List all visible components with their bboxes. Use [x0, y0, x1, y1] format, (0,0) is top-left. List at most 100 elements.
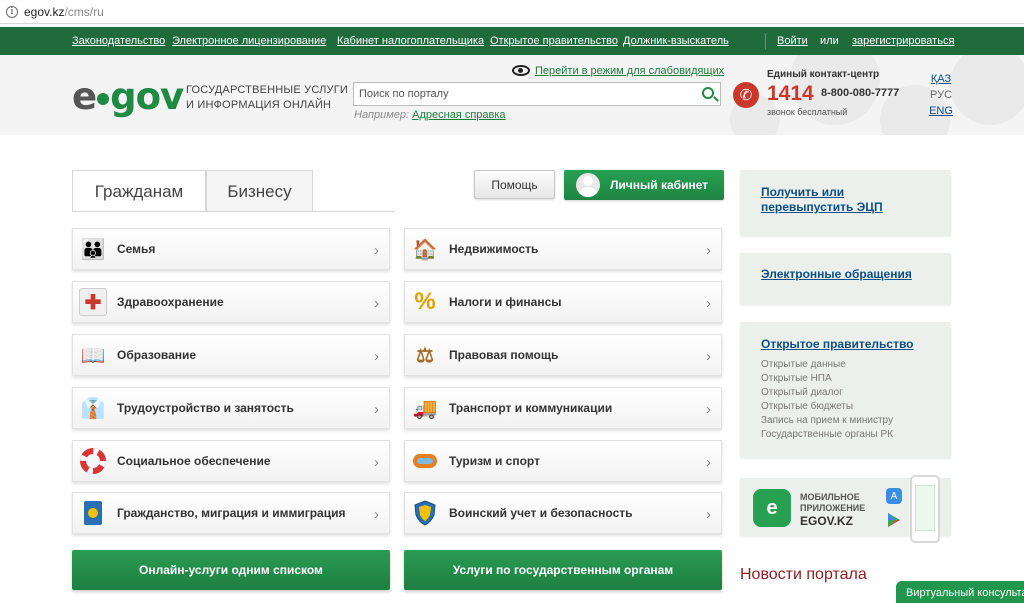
- chevron-right-icon: ›: [706, 401, 711, 418]
- topnav-item-legislation[interactable]: Законодательство: [72, 35, 165, 47]
- contact-phone: 8-800-080-7777: [821, 87, 900, 99]
- contact-center-title: Единый контакт-центр: [767, 69, 880, 80]
- example-link[interactable]: Адресная справка: [412, 109, 505, 121]
- chevron-right-icon: ›: [706, 295, 711, 312]
- shield-icon: [411, 499, 439, 527]
- lifebuoy-icon: [79, 447, 107, 475]
- truck-icon: 🚚: [412, 397, 438, 420]
- category-legal-aid[interactable]: ⚖ Правовая помощь ›: [404, 334, 722, 376]
- chevron-right-icon: ›: [374, 348, 379, 365]
- chevron-right-icon: ›: [706, 454, 711, 471]
- category-taxes-finance[interactable]: % Налоги и финансы ›: [404, 281, 722, 323]
- topnav-item-debtor[interactable]: Должник-взыскатель: [623, 35, 729, 47]
- category-tourism-sport[interactable]: Туризм и спорт ›: [404, 440, 722, 482]
- lang-eng[interactable]: ENG: [929, 105, 953, 117]
- site-tagline: Государственные услуги и информация онла…: [186, 83, 348, 113]
- help-button[interactable]: Помощь: [474, 170, 555, 199]
- mobile-app-name: EGOV.KZ: [800, 514, 853, 528]
- header-decor: [950, 55, 1024, 125]
- register-link[interactable]: зарегистрироваться: [852, 35, 954, 47]
- accessibility-mode-link[interactable]: Перейти в режим для слабовидящих: [535, 65, 724, 77]
- category-label: Здравоохранение: [117, 295, 224, 309]
- ecp-link[interactable]: Получить или перевыпустить ЭЦП: [761, 185, 930, 215]
- category-family[interactable]: 👪 Семья ›: [72, 228, 390, 270]
- logo-gov: gov: [110, 75, 184, 118]
- tab-citizens[interactable]: Гражданам: [72, 170, 206, 212]
- avatar-icon: [576, 173, 600, 197]
- open-npa-link[interactable]: Открытые НПА: [761, 372, 930, 386]
- tagline-line-2: и информация онлайн: [186, 99, 332, 111]
- sidebar-open-government-card: Открытое правительство Открытые данные О…: [740, 322, 951, 458]
- search-input[interactable]: Поиск по порталу: [353, 82, 721, 106]
- category-transport[interactable]: 🚚 Транспорт и коммуникации ›: [404, 387, 722, 429]
- appeals-link[interactable]: Электронные обращения: [761, 267, 930, 282]
- category-real-estate[interactable]: 🏠 Недвижимость ›: [404, 228, 722, 270]
- search-placeholder: Поиск по порталу: [359, 88, 449, 100]
- open-government-link[interactable]: Открытое правительство: [761, 337, 930, 352]
- scales-icon: ⚖: [416, 344, 434, 367]
- category-education[interactable]: 📖 Образование ›: [72, 334, 390, 376]
- house-icon: 🏠: [412, 238, 438, 261]
- login-link[interactable]: Войти: [777, 35, 808, 47]
- lang-kaz[interactable]: ҚАЗ: [929, 73, 953, 85]
- egov-app-icon: e: [753, 489, 791, 527]
- chevron-right-icon: ›: [374, 242, 379, 259]
- virtual-consultant-button[interactable]: Виртуальный консультант: [896, 581, 1024, 603]
- topnav-item-open-government[interactable]: Открытое правительство: [490, 35, 618, 47]
- category-employment[interactable]: 👔 Трудоустройство и занятость ›: [72, 387, 390, 429]
- family-icon: 👪: [80, 238, 106, 261]
- info-icon[interactable]: i: [6, 5, 18, 18]
- contact-center-number: 1414: [767, 82, 814, 105]
- search-example: Например: Адресная справка: [354, 109, 506, 121]
- address-bar[interactable]: i egov.kz/cms/ru: [0, 0, 1024, 24]
- minister-appointment-link[interactable]: Запись на прием к министру: [761, 414, 930, 428]
- category-label: Транспорт и коммуникации: [449, 401, 613, 415]
- category-military[interactable]: Воинский учет и безопасность ›: [404, 492, 722, 534]
- services-by-agency-button[interactable]: Услуги по государственным органам: [404, 550, 722, 590]
- top-navigation: Законодательство Электронное лицензирова…: [0, 27, 1024, 55]
- topnav-item-licensing[interactable]: Электронное лицензирование: [172, 35, 326, 47]
- chevron-right-icon: ›: [374, 506, 379, 523]
- category-label: Недвижимость: [449, 242, 539, 256]
- chevron-right-icon: ›: [706, 348, 711, 365]
- open-budgets-link[interactable]: Открытые бюджеты: [761, 400, 930, 414]
- shirt-tie-icon: 👔: [80, 397, 106, 420]
- category-label: Социальное обеспечение: [117, 454, 271, 468]
- app-title-line-1: МОБИЛЬНОЕ: [800, 492, 860, 502]
- category-label: Образование: [117, 348, 197, 362]
- chevron-right-icon: ›: [374, 454, 379, 471]
- search-icon[interactable]: [702, 87, 714, 99]
- chevron-right-icon: ›: [706, 506, 711, 523]
- category-label: Воинский учет и безопасность: [449, 506, 633, 520]
- tab-business[interactable]: Бизнесу: [206, 170, 313, 212]
- category-citizenship[interactable]: Гражданство, миграция и иммиграция ›: [72, 492, 390, 534]
- egov-logo[interactable]: e gov: [72, 75, 184, 118]
- lang-rus: РУС: [929, 89, 953, 101]
- category-label: Налоги и финансы: [449, 295, 562, 309]
- app-title-line-2: ПРИЛОЖЕНИЕ: [800, 503, 866, 513]
- eye-icon[interactable]: [512, 65, 530, 76]
- tabs-divider: [72, 211, 394, 212]
- contact-free-note: звонок бесплатный: [767, 107, 848, 117]
- example-prefix: Например:: [354, 109, 410, 121]
- open-data-link[interactable]: Открытые данные: [761, 358, 930, 372]
- or-text: или: [820, 35, 839, 47]
- category-social-security[interactable]: Социальное обеспечение ›: [72, 440, 390, 482]
- category-label: Туризм и спорт: [449, 454, 540, 468]
- online-services-list-button[interactable]: Онлайн-услуги одним списком: [72, 550, 390, 590]
- google-play-icon[interactable]: [886, 512, 902, 528]
- sidebar-appeals-card: Электронные обращения: [740, 253, 951, 305]
- percent-icon: %: [414, 288, 436, 315]
- open-dialog-link[interactable]: Открытый диалог: [761, 386, 930, 400]
- logo-e: e: [72, 75, 97, 118]
- book-icon: 📖: [80, 344, 106, 367]
- app-store-icon[interactable]: A: [886, 488, 902, 504]
- category-healthcare[interactable]: ✚ Здравоохранение ›: [72, 281, 390, 323]
- topnav-item-taxpayer-cabinet[interactable]: Кабинет налогоплательщика: [337, 35, 484, 47]
- chevron-right-icon: ›: [374, 401, 379, 418]
- category-label: Правовая помощь: [449, 348, 559, 362]
- state-bodies-link[interactable]: Государственные органы РК: [761, 428, 930, 442]
- personal-cabinet-label: Личный кабинет: [610, 178, 709, 192]
- personal-cabinet-button[interactable]: Личный кабинет: [564, 170, 724, 200]
- first-aid-icon: ✚: [79, 288, 107, 316]
